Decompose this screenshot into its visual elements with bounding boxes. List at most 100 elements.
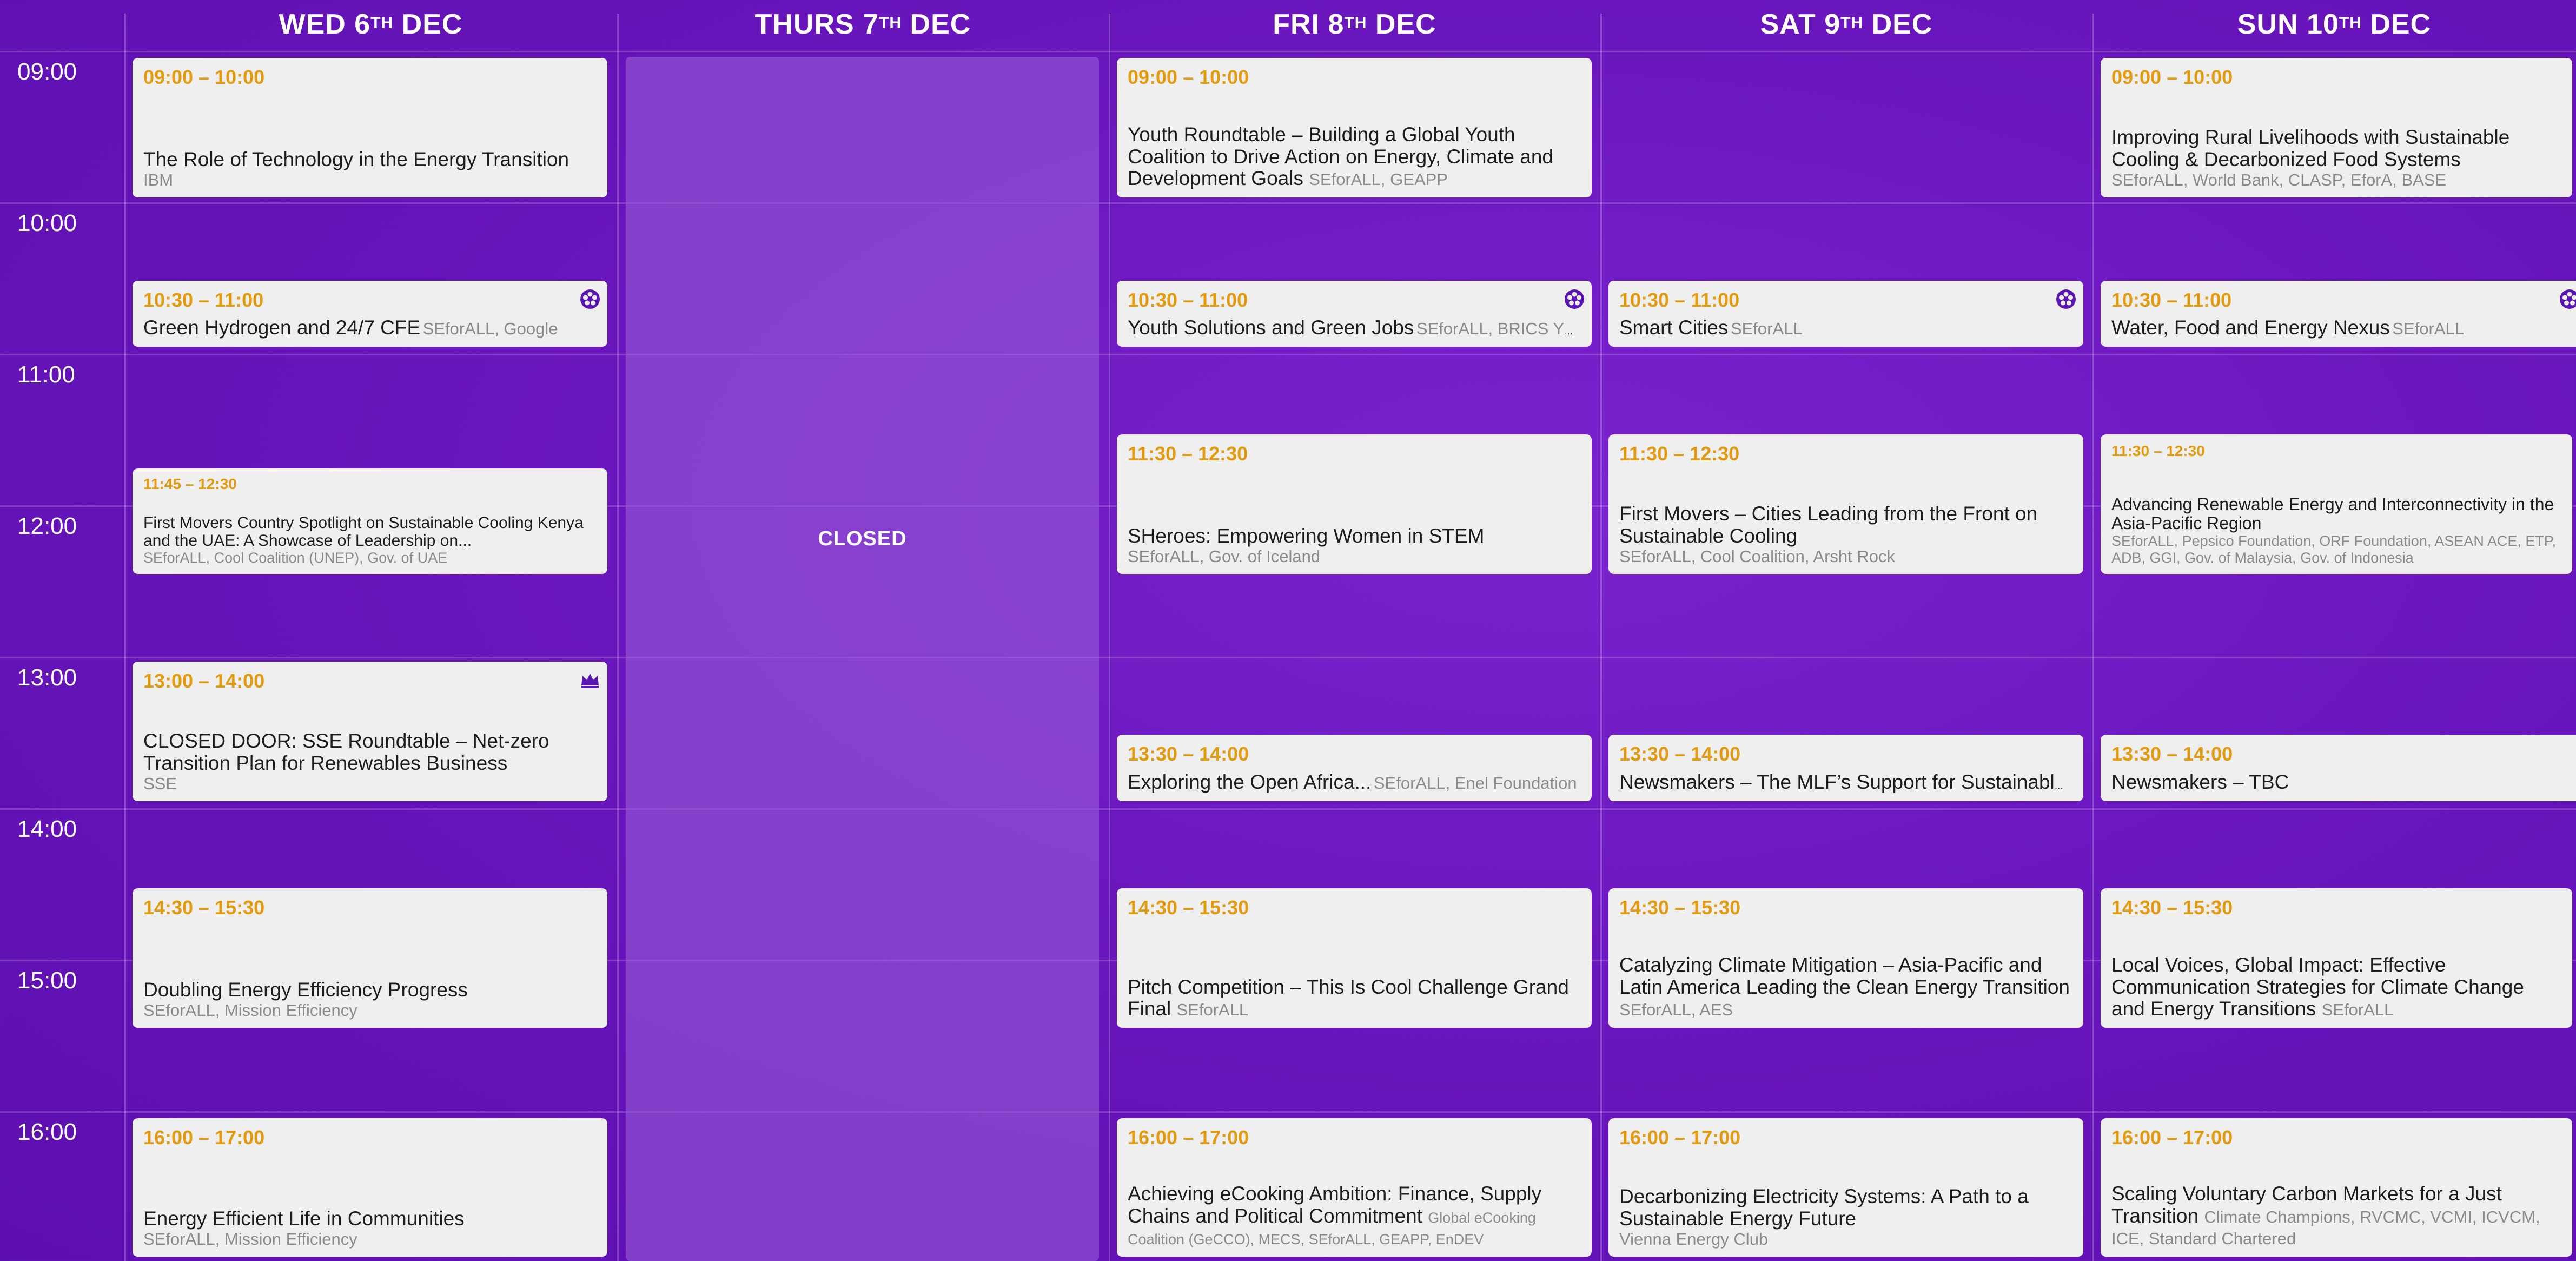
session-time: 14:30 – 15:30 [1128, 896, 1249, 919]
session-card[interactable]: 16:00 – 17:00 Scaling Voluntary Carbon M… [2101, 1118, 2572, 1257]
time-label: 12:00 [17, 513, 77, 539]
session-time: 10:30 – 11:00 [2111, 289, 2232, 311]
session-card[interactable]: 10:30 – 11:00 Green Hydrogen and 24/7 CF… [133, 281, 607, 347]
session-card[interactable]: 11:30 – 12:30 Advancing Renewable Energy… [2101, 434, 2572, 574]
session-time: 16:00 – 17:00 [2111, 1126, 2233, 1148]
session-card[interactable]: 16:00 – 17:00 Energy Efficient Life in C… [133, 1118, 607, 1257]
session-title: First Movers – Cities Leading from the F… [1619, 502, 2038, 547]
session-time: 10:30 – 11:00 [1619, 289, 1740, 311]
session-card[interactable]: 10:30 – 11:00 Smart Cities SEforALL [1608, 281, 2083, 347]
hour-divider [0, 657, 2576, 658]
day-header-sat: SAT 9TH DEC [1760, 9, 1933, 40]
hour-divider [0, 808, 2576, 810]
session-card[interactable]: 14:30 – 15:30 Doubling Energy Efficiency… [133, 888, 607, 1028]
column-divider [2092, 14, 2094, 1261]
session-organizers: SEforALL, Gov. of Iceland [1128, 547, 1321, 566]
session-title: SHeroes: Empowering Women in STEM [1128, 524, 1485, 547]
session-organizers: SEforALL, AES [1619, 1000, 1733, 1020]
session-time: 13:30 – 14:00 [2111, 743, 2233, 765]
session-time: 11:30 – 12:30 [1128, 443, 1248, 465]
flower-icon [580, 289, 600, 309]
session-time: 16:00 – 17:00 [1128, 1126, 1249, 1148]
session-time: 10:30 – 11:00 [143, 289, 264, 311]
session-title: Energy Efficient Life in Communities [143, 1207, 465, 1230]
session-time: 09:00 – 10:00 [143, 66, 265, 88]
session-organizers: SEforALL [2321, 1000, 2394, 1020]
session-time: 16:00 – 17:00 [143, 1126, 265, 1148]
session-title: Doubling Energy Efficiency Progress [143, 978, 468, 1001]
time-label: 15:00 [17, 967, 77, 994]
session-card[interactable]: 16:00 – 17:00 Decarbonizing Electricity … [1608, 1118, 2083, 1257]
time-label: 09:00 [17, 58, 77, 85]
session-title: Exploring the Open Africa... [1128, 771, 1372, 794]
closed-day-overlay [626, 57, 1099, 1261]
session-card[interactable]: 11:30 – 12:30 First Movers – Cities Lead… [1608, 434, 2083, 574]
session-title: Improving Rural Livelihoods with Sustain… [2111, 126, 2510, 170]
column-divider [1109, 14, 1110, 1261]
session-card[interactable]: 13:00 – 14:00 CLOSED DOOR: SSE Roundtabl… [133, 662, 607, 801]
session-time: 11:30 – 12:30 [2111, 443, 2205, 459]
session-organizers: SEforALL, Pepsico Foundation, ORF Founda… [2111, 532, 2556, 566]
session-time: 11:45 – 12:30 [143, 476, 237, 492]
crown-icon [581, 674, 599, 688]
session-card[interactable]: 09:00 – 10:00 Youth Roundtable – Buildin… [1117, 58, 1592, 197]
day-header-thurs: THURS 7TH DEC [754, 9, 971, 40]
session-card[interactable]: 13:30 – 14:00 Newsmakers – TBC [2101, 735, 2576, 801]
session-title: Decarbonizing Electricity Systems: A Pat… [1619, 1185, 2029, 1230]
session-time: 14:30 – 15:30 [1619, 896, 1741, 919]
flower-icon [2056, 289, 2076, 309]
session-title: Newsmakers – TBC [2111, 771, 2289, 794]
session-time: 10:30 – 11:00 [1128, 289, 1248, 311]
session-title: Green Hydrogen and 24/7 CFE [143, 317, 421, 339]
session-title: Catalyzing Climate Mitigation – Asia-Pac… [1619, 953, 2070, 998]
day-header-wed: WED 6TH DEC [279, 9, 463, 40]
column-divider [617, 14, 619, 1261]
session-title: Newsmakers – The MLF’s Support for Susta… [1619, 771, 2072, 794]
session-time: 09:00 – 10:00 [1128, 66, 1249, 88]
session-title: First Movers Country Spotlight on Sustai… [143, 513, 584, 550]
session-card[interactable]: 11:30 – 12:30 SHeroes: Empowering Women … [1117, 434, 1592, 574]
session-title: Youth Solutions and Green Jobs [1128, 317, 1414, 339]
session-card[interactable]: 09:00 – 10:00 The Role of Technology in … [133, 58, 607, 197]
session-title: Local Voices, Global Impact: Effective C… [2111, 953, 2524, 1020]
time-label: 11:00 [17, 361, 75, 388]
session-organizers: SEforALL, Mission Efficiency [143, 1001, 357, 1020]
day-header-fri: FRI 8TH DEC [1273, 9, 1436, 40]
session-card[interactable]: 13:30 – 14:00 Newsmakers – The MLF’s Sup… [1608, 735, 2083, 801]
session-organizers: SEforALL, Cool Coalition (UNEP), Gov. of… [143, 549, 448, 566]
session-card[interactable]: 09:00 – 10:00 Improving Rural Livelihood… [2101, 58, 2572, 197]
session-time: 09:00 – 10:00 [2111, 66, 2233, 88]
session-card[interactable]: 10:30 – 11:00 Youth Solutions and Green … [1117, 281, 1592, 347]
session-time: 14:30 – 15:30 [2111, 896, 2233, 919]
session-organizers: IBM [143, 170, 174, 190]
session-organizers: SEforALL, Google [422, 319, 558, 339]
session-time: 13:30 – 14:00 [1128, 743, 1249, 765]
session-title: Water, Food and Energy Nexus [2111, 317, 2390, 339]
session-card[interactable]: 16:00 – 17:00 Achieving eCooking Ambitio… [1117, 1118, 1592, 1257]
session-organizers: SEforALL, GEAPP [1309, 170, 1448, 189]
day-header-sun: SUN 10TH DEC [2237, 9, 2432, 40]
session-card[interactable]: 11:45 – 12:30 First Movers Country Spotl… [133, 468, 607, 574]
session-card[interactable]: 14:30 – 15:30 Local Voices, Global Impac… [2101, 888, 2572, 1028]
session-card[interactable]: 10:30 – 11:00 Water, Food and Energy Nex… [2101, 281, 2576, 347]
column-divider [124, 14, 126, 1261]
session-card[interactable]: 14:30 – 15:30 Pitch Competition – This I… [1117, 888, 1592, 1028]
column-divider [1600, 14, 1602, 1261]
session-time: 13:30 – 14:00 [1619, 743, 1741, 765]
session-organizers: SEforALL, BRICS YEA... [1416, 319, 1581, 339]
session-organizers: SEforALL [2392, 319, 2464, 339]
time-label: 10:00 [17, 210, 77, 236]
session-organizers: SEforALL [1176, 1000, 1249, 1020]
session-card[interactable]: 14:30 – 15:30 Catalyzing Climate Mitigat… [1608, 888, 2083, 1028]
time-label: 13:00 [17, 664, 77, 691]
session-organizers: SEforALL [1730, 319, 1803, 339]
session-organizers: SEforALL, World Bank, CLASP, EforA, BASE [2111, 170, 2447, 190]
session-card[interactable]: 13:30 – 14:00 Exploring the Open Africa.… [1117, 735, 1592, 801]
session-time: 14:30 – 15:30 [143, 896, 265, 919]
closed-label: CLOSED [818, 527, 907, 550]
session-time: 16:00 – 17:00 [1619, 1126, 1741, 1148]
session-title: The Role of Technology in the Energy Tra… [143, 148, 569, 170]
session-title: Smart Cities [1619, 317, 1729, 339]
time-label: 14:00 [17, 816, 77, 842]
hour-divider [0, 202, 2576, 204]
